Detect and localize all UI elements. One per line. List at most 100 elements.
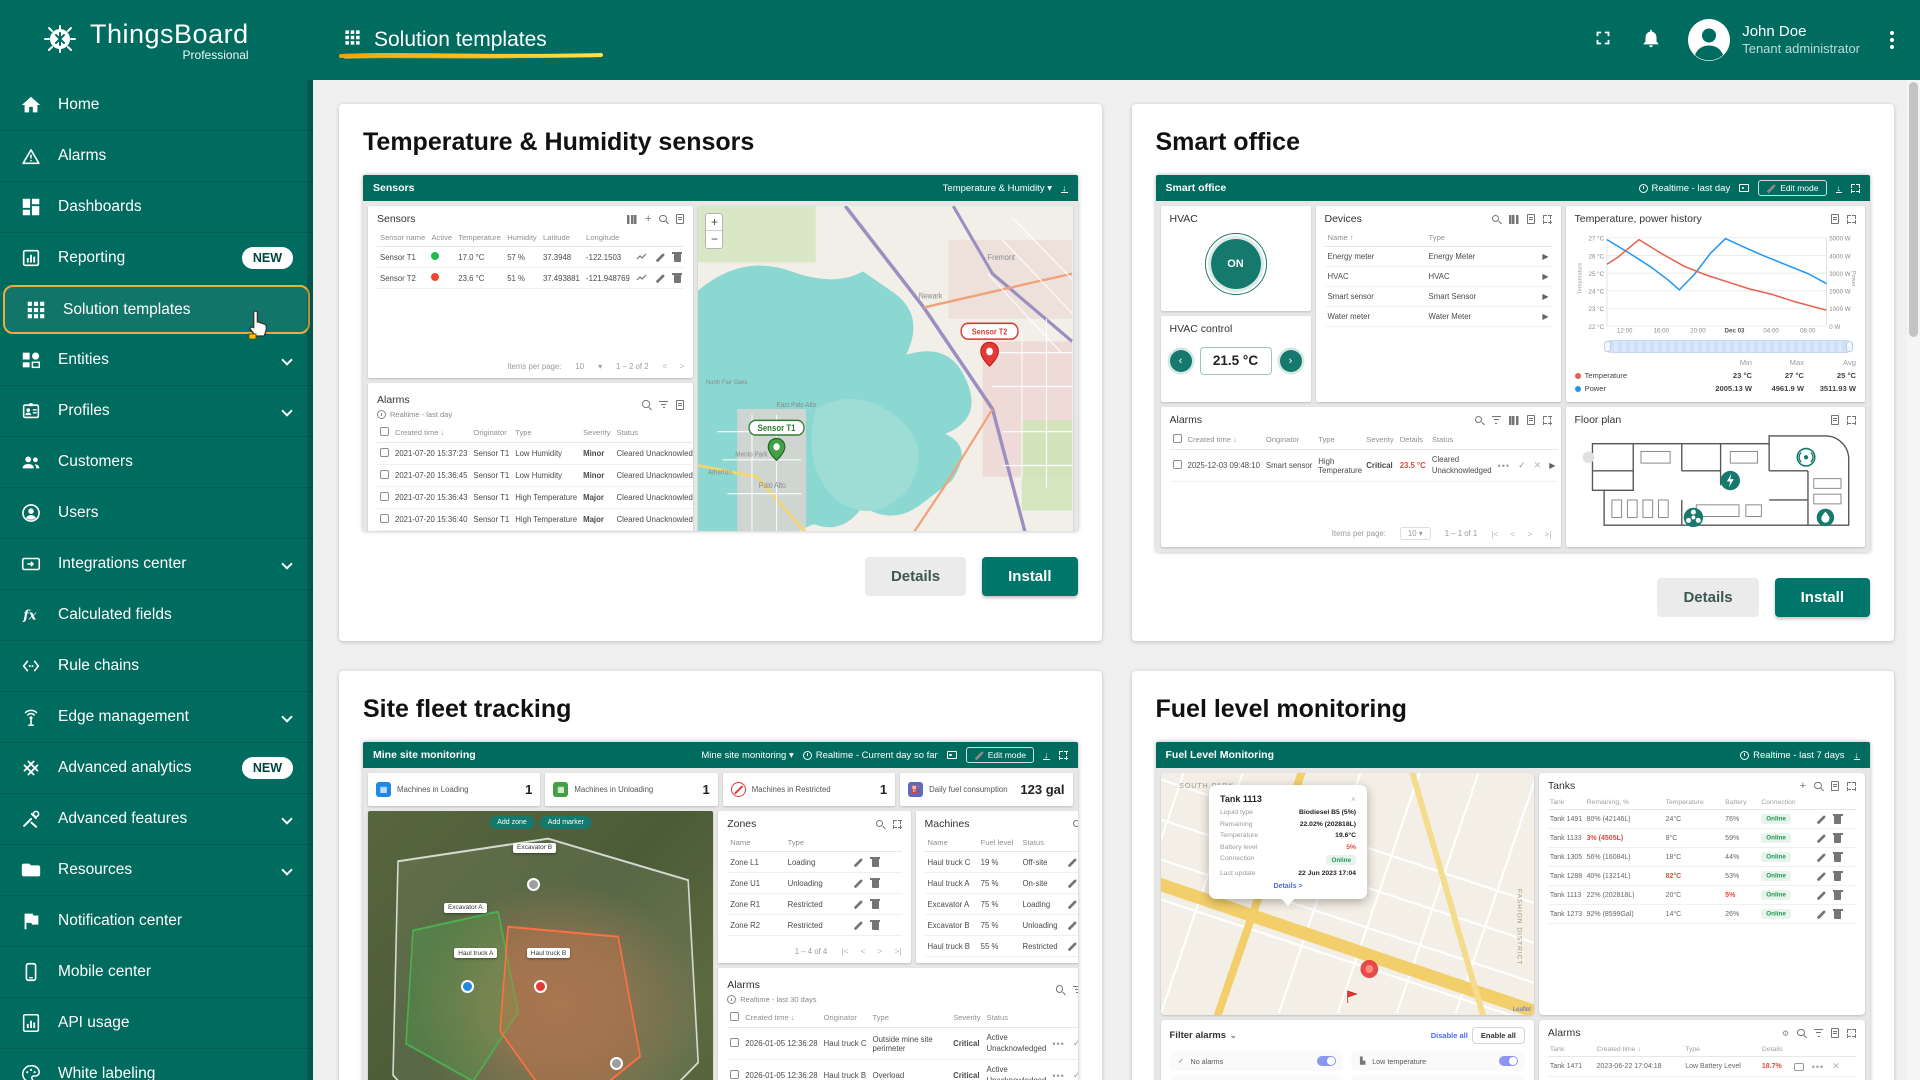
sidebar-item-customers[interactable]: Customers (0, 437, 313, 488)
download-icon[interactable]: ↓ (1854, 751, 1861, 760)
alarm-row[interactable]: 2021-07-20 15:36:45Sensor T1 Low Humidit… (377, 465, 693, 487)
zone-row[interactable]: Zone R1Restricted (727, 894, 901, 915)
last-page-icon[interactable]: >| (1544, 529, 1551, 539)
alarm-row[interactable]: 2026-01-05 12:36:28Haul truck C Outside … (727, 1028, 1077, 1060)
sidebar-item-white-labeling[interactable]: White labeling (0, 1049, 313, 1080)
row-checkbox[interactable] (380, 470, 389, 479)
sensor-icon[interactable] (1797, 449, 1814, 466)
sidebar-item-edge-management[interactable]: Edge management (0, 692, 313, 743)
user-menu[interactable]: John Doe Tenant administrator (1688, 19, 1860, 61)
sidebar-item-solution-templates[interactable]: Solution templates (3, 285, 310, 334)
time-window-label[interactable]: Realtime - last day (1652, 183, 1731, 194)
tank-row[interactable]: Tank 1133 3% (4505L) 8°C59% Online (1548, 829, 1856, 848)
sidebar-item-mobile-center[interactable]: Mobile center (0, 947, 313, 998)
zone-row[interactable]: Zone U1Unloading (727, 873, 901, 894)
tank-row[interactable]: Tank 1113 22% (202818L) 20°C5% Online (1548, 886, 1856, 905)
play-icon[interactable]: ▶ (1542, 292, 1548, 301)
play-icon[interactable]: ▶ (1542, 252, 1548, 261)
fullscreen-icon[interactable] (1592, 27, 1614, 54)
edit-icon[interactable] (1816, 852, 1826, 862)
add-marker-button[interactable]: Add marker (540, 816, 592, 829)
tank-row[interactable]: Tank 1305 56% (16084L) 18°C44% Online (1548, 848, 1856, 867)
more-icon[interactable]: ••• (1498, 461, 1510, 471)
search-icon[interactable] (1492, 215, 1501, 224)
mine-site-map-widget[interactable]: Add zone Add marker Excavator B Excavato… (368, 811, 713, 1080)
alarm-row[interactable]: 2021-07-20 15:37:23Sensor T1 Low Humidit… (377, 443, 693, 465)
dashboard-state-select[interactable]: Temperature & Humidity ▾ (943, 183, 1052, 194)
power-icon[interactable] (1720, 471, 1739, 490)
fullscreen-icon[interactable] (1847, 1029, 1856, 1038)
edit-icon[interactable] (1067, 941, 1077, 951)
search-icon[interactable] (876, 820, 885, 829)
zone-row[interactable]: Zone L1Loading (727, 852, 901, 873)
row-checkbox[interactable] (380, 448, 389, 457)
dashboard-state-select[interactable]: Mine site monitoring ▾ (701, 750, 793, 761)
zoom-out-button[interactable]: − (706, 231, 722, 248)
sidebar-item-profiles[interactable]: Profiles (0, 386, 313, 437)
sidebar-item-entities[interactable]: Entities (0, 335, 313, 386)
details-button[interactable]: Details (865, 557, 966, 596)
filter-icon[interactable] (1073, 986, 1078, 994)
next-page-icon[interactable]: > (1527, 529, 1532, 539)
edit-icon[interactable] (853, 857, 863, 867)
edit-icon[interactable] (1816, 890, 1826, 900)
search-icon[interactable] (1814, 782, 1823, 791)
delete-icon[interactable] (673, 252, 681, 262)
details-button[interactable]: Details (1657, 578, 1758, 617)
sidebar-item-dashboards[interactable]: Dashboards (0, 182, 313, 233)
timeseries-icon[interactable] (636, 253, 647, 261)
more-icon[interactable]: ••• (1052, 1071, 1064, 1080)
edit-icon[interactable] (1067, 857, 1077, 867)
alarm-row[interactable]: 2021-07-20 15:36:38Sensor T1 High Temper… (377, 531, 693, 532)
first-page-icon[interactable]: |< (1491, 529, 1498, 539)
edit-icon[interactable] (1067, 920, 1077, 930)
sidebar-item-api-usage[interactable]: API usage (0, 998, 313, 1049)
sidebar-item-advanced-features[interactable]: Advanced features (0, 794, 313, 845)
sidebar-item-advanced-analytics[interactable]: Advanced analytics NEW (0, 743, 313, 794)
ack-icon[interactable]: ✓ (1073, 1038, 1078, 1049)
sensor-row[interactable]: Sensor T1 17.0 °C57 % 37.3948-122.1503 (377, 247, 684, 268)
close-icon[interactable]: × (1351, 794, 1356, 804)
fullscreen-icon[interactable] (1543, 215, 1552, 224)
sidebar-item-users[interactable]: Users (0, 488, 313, 539)
delete-icon[interactable] (871, 899, 879, 909)
camera-icon[interactable] (1582, 451, 1594, 463)
sidebar-item-notification-center[interactable]: Notification center (0, 896, 313, 947)
machine-label[interactable]: Haul truck B (527, 948, 570, 958)
edit-icon[interactable] (1816, 871, 1826, 881)
fan-icon[interactable] (1683, 508, 1702, 527)
play-icon[interactable]: ▶ (1549, 461, 1555, 470)
prev-page-icon[interactable]: < (663, 361, 668, 371)
increase-temp-button[interactable]: › (1280, 350, 1302, 372)
export-icon[interactable] (1527, 415, 1535, 425)
toggle-switch[interactable] (1499, 1056, 1518, 1066)
time-window-label[interactable]: Realtime - Current day so far (816, 750, 938, 761)
sensor-row[interactable]: Sensor T2 23.6 °C51 % 37.493881-121.9487… (377, 268, 684, 289)
tank-row[interactable]: Tank 1288 40% (13214L) 82°C53% Online (1548, 867, 1856, 886)
machine-row[interactable]: Haul truck A75 %On-site (925, 873, 1078, 894)
next-page-icon[interactable]: > (877, 946, 882, 956)
notifications-bell-icon[interactable] (1640, 27, 1662, 54)
delete-icon[interactable] (673, 273, 681, 283)
row-checkbox[interactable] (1173, 460, 1182, 469)
row-checkbox[interactable] (380, 492, 389, 501)
more-icon[interactable]: ••• (1052, 1039, 1064, 1049)
delete-icon[interactable] (1834, 909, 1842, 919)
columns-icon[interactable] (1509, 416, 1519, 425)
filter-icon[interactable] (1492, 416, 1501, 424)
play-icon[interactable]: ▶ (1542, 312, 1548, 321)
page-scrollbar[interactable] (1907, 80, 1920, 1080)
edit-icon[interactable] (853, 878, 863, 888)
search-icon[interactable] (659, 215, 668, 224)
more-menu-icon[interactable] (1886, 27, 1898, 53)
fullscreen-icon[interactable] (893, 820, 902, 829)
delete-icon[interactable] (1834, 890, 1842, 900)
sidebar-scrollbar[interactable] (307, 80, 313, 1080)
delete-icon[interactable] (871, 878, 879, 888)
time-window-label[interactable]: Realtime - last day (390, 410, 452, 419)
install-button[interactable]: Install (1775, 578, 1870, 617)
alarm-row[interactable]: 2025-12-03 09:48:10 Smart sensor High Te… (1170, 450, 1559, 482)
download-icon[interactable]: ↓ (1061, 184, 1068, 193)
export-icon[interactable] (1831, 781, 1839, 791)
hvac-on-button[interactable]: ON (1205, 233, 1267, 295)
